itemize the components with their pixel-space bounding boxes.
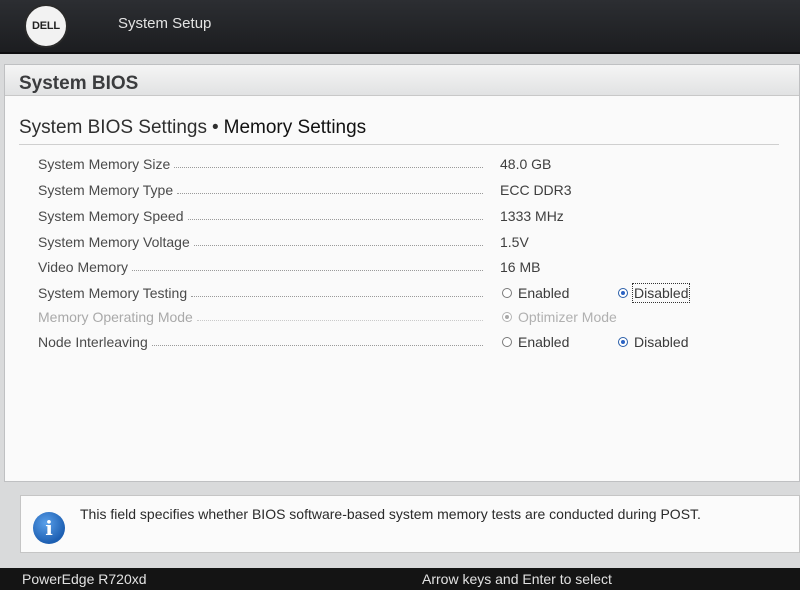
breadcrumb: System BIOS Settings • Memory Settings xyxy=(19,117,366,139)
setting-label: Memory Operating Mode xyxy=(38,309,193,325)
radio-label: Enabled xyxy=(518,334,570,350)
dell-logo: DELL xyxy=(24,4,68,48)
setting-row-memory-size: System Memory Size 48.0 GB xyxy=(5,156,800,178)
top-bar: DELL System Setup xyxy=(0,0,800,54)
dell-logo-text: DELL xyxy=(32,20,60,32)
breadcrumb-divider xyxy=(19,144,779,145)
radio-label: Disabled xyxy=(631,283,691,303)
setting-label: System Memory Type xyxy=(38,182,174,198)
setting-value: 16 MB xyxy=(500,259,541,275)
setting-value: 1333 MHz xyxy=(500,208,564,224)
leader-dots xyxy=(174,167,483,168)
info-icon: i xyxy=(33,512,65,544)
leader-dots xyxy=(197,320,483,321)
setting-label: Node Interleaving xyxy=(38,334,148,350)
setting-row-memory-operating-mode: Memory Operating Mode Optimizer Mode xyxy=(5,309,800,331)
setting-label: System Memory Speed xyxy=(38,208,184,224)
setting-row-memory-speed: System Memory Speed 1333 MHz xyxy=(5,208,800,230)
setting-label: System Memory Size xyxy=(38,156,171,172)
breadcrumb-parent: System BIOS Settings xyxy=(19,117,207,138)
breadcrumb-separator: • xyxy=(211,117,219,138)
radio-button-checked-icon[interactable] xyxy=(618,288,628,298)
panel-title: System BIOS xyxy=(19,73,139,94)
radio-button-checked-icon[interactable] xyxy=(618,337,628,347)
setting-value: 48.0 GB xyxy=(500,156,552,172)
leader-dots xyxy=(177,193,483,194)
footer-hint: Arrow keys and Enter to select xyxy=(422,571,612,587)
setting-label: System Memory Voltage xyxy=(38,234,190,250)
radio-label: Disabled xyxy=(634,334,689,350)
setting-row-video-memory: Video Memory 16 MB xyxy=(5,259,800,281)
footer-bar: PowerEdge R720xd Arrow keys and Enter to… xyxy=(0,568,800,590)
breadcrumb-current: Memory Settings xyxy=(223,117,367,138)
app-title: System Setup xyxy=(118,15,212,32)
radio-button-icon[interactable] xyxy=(502,288,512,298)
help-text: This field specifies whether BIOS softwa… xyxy=(80,506,701,522)
panel-header: System BIOS xyxy=(5,65,799,96)
radio-label: Enabled xyxy=(518,285,570,301)
setting-row-memory-voltage: System Memory Voltage 1.5V xyxy=(5,234,800,256)
operating-mode-optimizer-radio: Optimizer Mode xyxy=(502,309,617,325)
setting-label: Video Memory xyxy=(38,259,129,275)
setting-row-memory-testing: System Memory Testing Enabled Disabled xyxy=(5,283,800,307)
setting-label: System Memory Testing xyxy=(38,285,188,301)
node-interleaving-disabled-radio[interactable]: Disabled xyxy=(618,334,688,350)
memory-testing-enabled-radio[interactable]: Enabled xyxy=(502,285,569,301)
leader-dots xyxy=(188,219,483,220)
leader-dots xyxy=(132,270,483,271)
footer-model: PowerEdge R720xd xyxy=(22,571,147,587)
radio-button-checked-icon xyxy=(502,312,512,322)
main-panel: System BIOS System BIOS Settings • Memory … xyxy=(4,64,800,482)
setting-row-node-interleaving: Node Interleaving Enabled Disabled xyxy=(5,334,800,356)
leader-dots xyxy=(194,245,483,246)
radio-label: Optimizer Mode xyxy=(518,309,617,325)
help-box: i This field specifies whether BIOS soft… xyxy=(20,495,800,553)
setting-value: 1.5V xyxy=(500,234,529,250)
leader-dots xyxy=(191,296,483,297)
setting-row-memory-type: System Memory Type ECC DDR3 xyxy=(5,182,800,204)
setting-value: ECC DDR3 xyxy=(500,182,572,198)
radio-button-icon[interactable] xyxy=(502,337,512,347)
memory-testing-disabled-radio[interactable]: Disabled xyxy=(618,283,691,303)
node-interleaving-enabled-radio[interactable]: Enabled xyxy=(502,334,569,350)
leader-dots xyxy=(152,345,483,346)
